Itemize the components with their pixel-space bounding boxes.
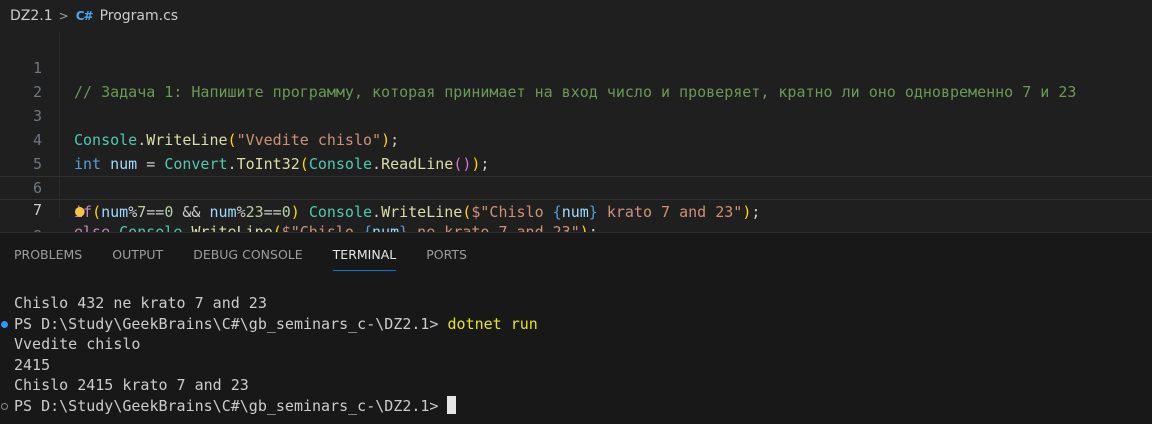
terminal-command: dotnet run bbox=[447, 314, 538, 333]
terminal-cursor bbox=[447, 395, 457, 414]
terminal-line: PS D:\Study\GeekBrains\C#\gb_seminars_c-… bbox=[1, 314, 538, 335]
tab-debug-console[interactable]: DEBUG CONSOLE bbox=[193, 233, 302, 277]
terminal-line: Vvedite chislo bbox=[14, 335, 141, 353]
code-editor[interactable]: 1 // Задача 1: Напишите программу, котор… bbox=[0, 32, 1152, 245]
code-line[interactable]: 3 Console.WriteLine("Vvedite chislo"); bbox=[0, 80, 1152, 149]
bottom-panel: PROBLEMS OUTPUT DEBUG CONSOLE TERMINAL P… bbox=[0, 232, 1152, 424]
code-line[interactable]: 1 // Задача 1: Напишите программу, котор… bbox=[0, 32, 1152, 101]
breadcrumb-file[interactable]: Program.cs bbox=[100, 8, 179, 24]
terminal-output[interactable]: Chislo 432 ne krato 7 and 23 PS D:\Study… bbox=[1, 293, 538, 417]
code-line[interactable]: 8 bbox=[0, 200, 1152, 245]
csharp-file-icon: C# bbox=[75, 9, 94, 23]
command-pending-icon[interactable] bbox=[1, 402, 8, 410]
terminal-line: Chislo 2415 krato 7 and 23 bbox=[14, 376, 249, 394]
tab-output[interactable]: OUTPUT bbox=[112, 233, 163, 277]
code-line[interactable]: 2 bbox=[0, 56, 1152, 101]
command-success-icon[interactable] bbox=[1, 320, 8, 328]
breadcrumb: DZ2.1 > C# Program.cs bbox=[0, 0, 1152, 32]
terminal-prompt: PS D:\Study\GeekBrains\C#\gb_seminars_c-… bbox=[14, 396, 448, 415]
code-line[interactable]: 5 bbox=[0, 128, 1152, 173]
terminal-line: PS D:\Study\GeekBrains\C#\gb_seminars_c-… bbox=[1, 395, 538, 417]
terminal-line: 2415 bbox=[14, 355, 51, 374]
breadcrumb-folder[interactable]: DZ2.1 bbox=[10, 8, 53, 24]
tab-problems[interactable]: PROBLEMS bbox=[14, 233, 82, 277]
code-line[interactable]: 6 if ● (num%7==0 && num%23==0) Console.Wri… bbox=[0, 152, 1152, 221]
terminal-prompt: PS D:\Study\GeekBrains\C#\gb_seminars_c-… bbox=[14, 314, 448, 333]
terminal-line: Chislo 432 ne krato 7 and 23 bbox=[14, 294, 267, 312]
code-line[interactable]: 4 int num = Convert.ToInt32(Console.Read… bbox=[0, 104, 1152, 173]
tab-terminal[interactable]: TERMINAL bbox=[332, 233, 396, 277]
panel-tabs: PROBLEMS OUTPUT DEBUG CONSOLE TERMINAL P… bbox=[0, 233, 1152, 277]
chevron-right-icon: > bbox=[58, 9, 69, 23]
tab-ports[interactable]: PORTS bbox=[426, 233, 467, 277]
code-line-current[interactable]: 7 else Console.WriteLine($"Chislo {num} … bbox=[0, 176, 1152, 241]
